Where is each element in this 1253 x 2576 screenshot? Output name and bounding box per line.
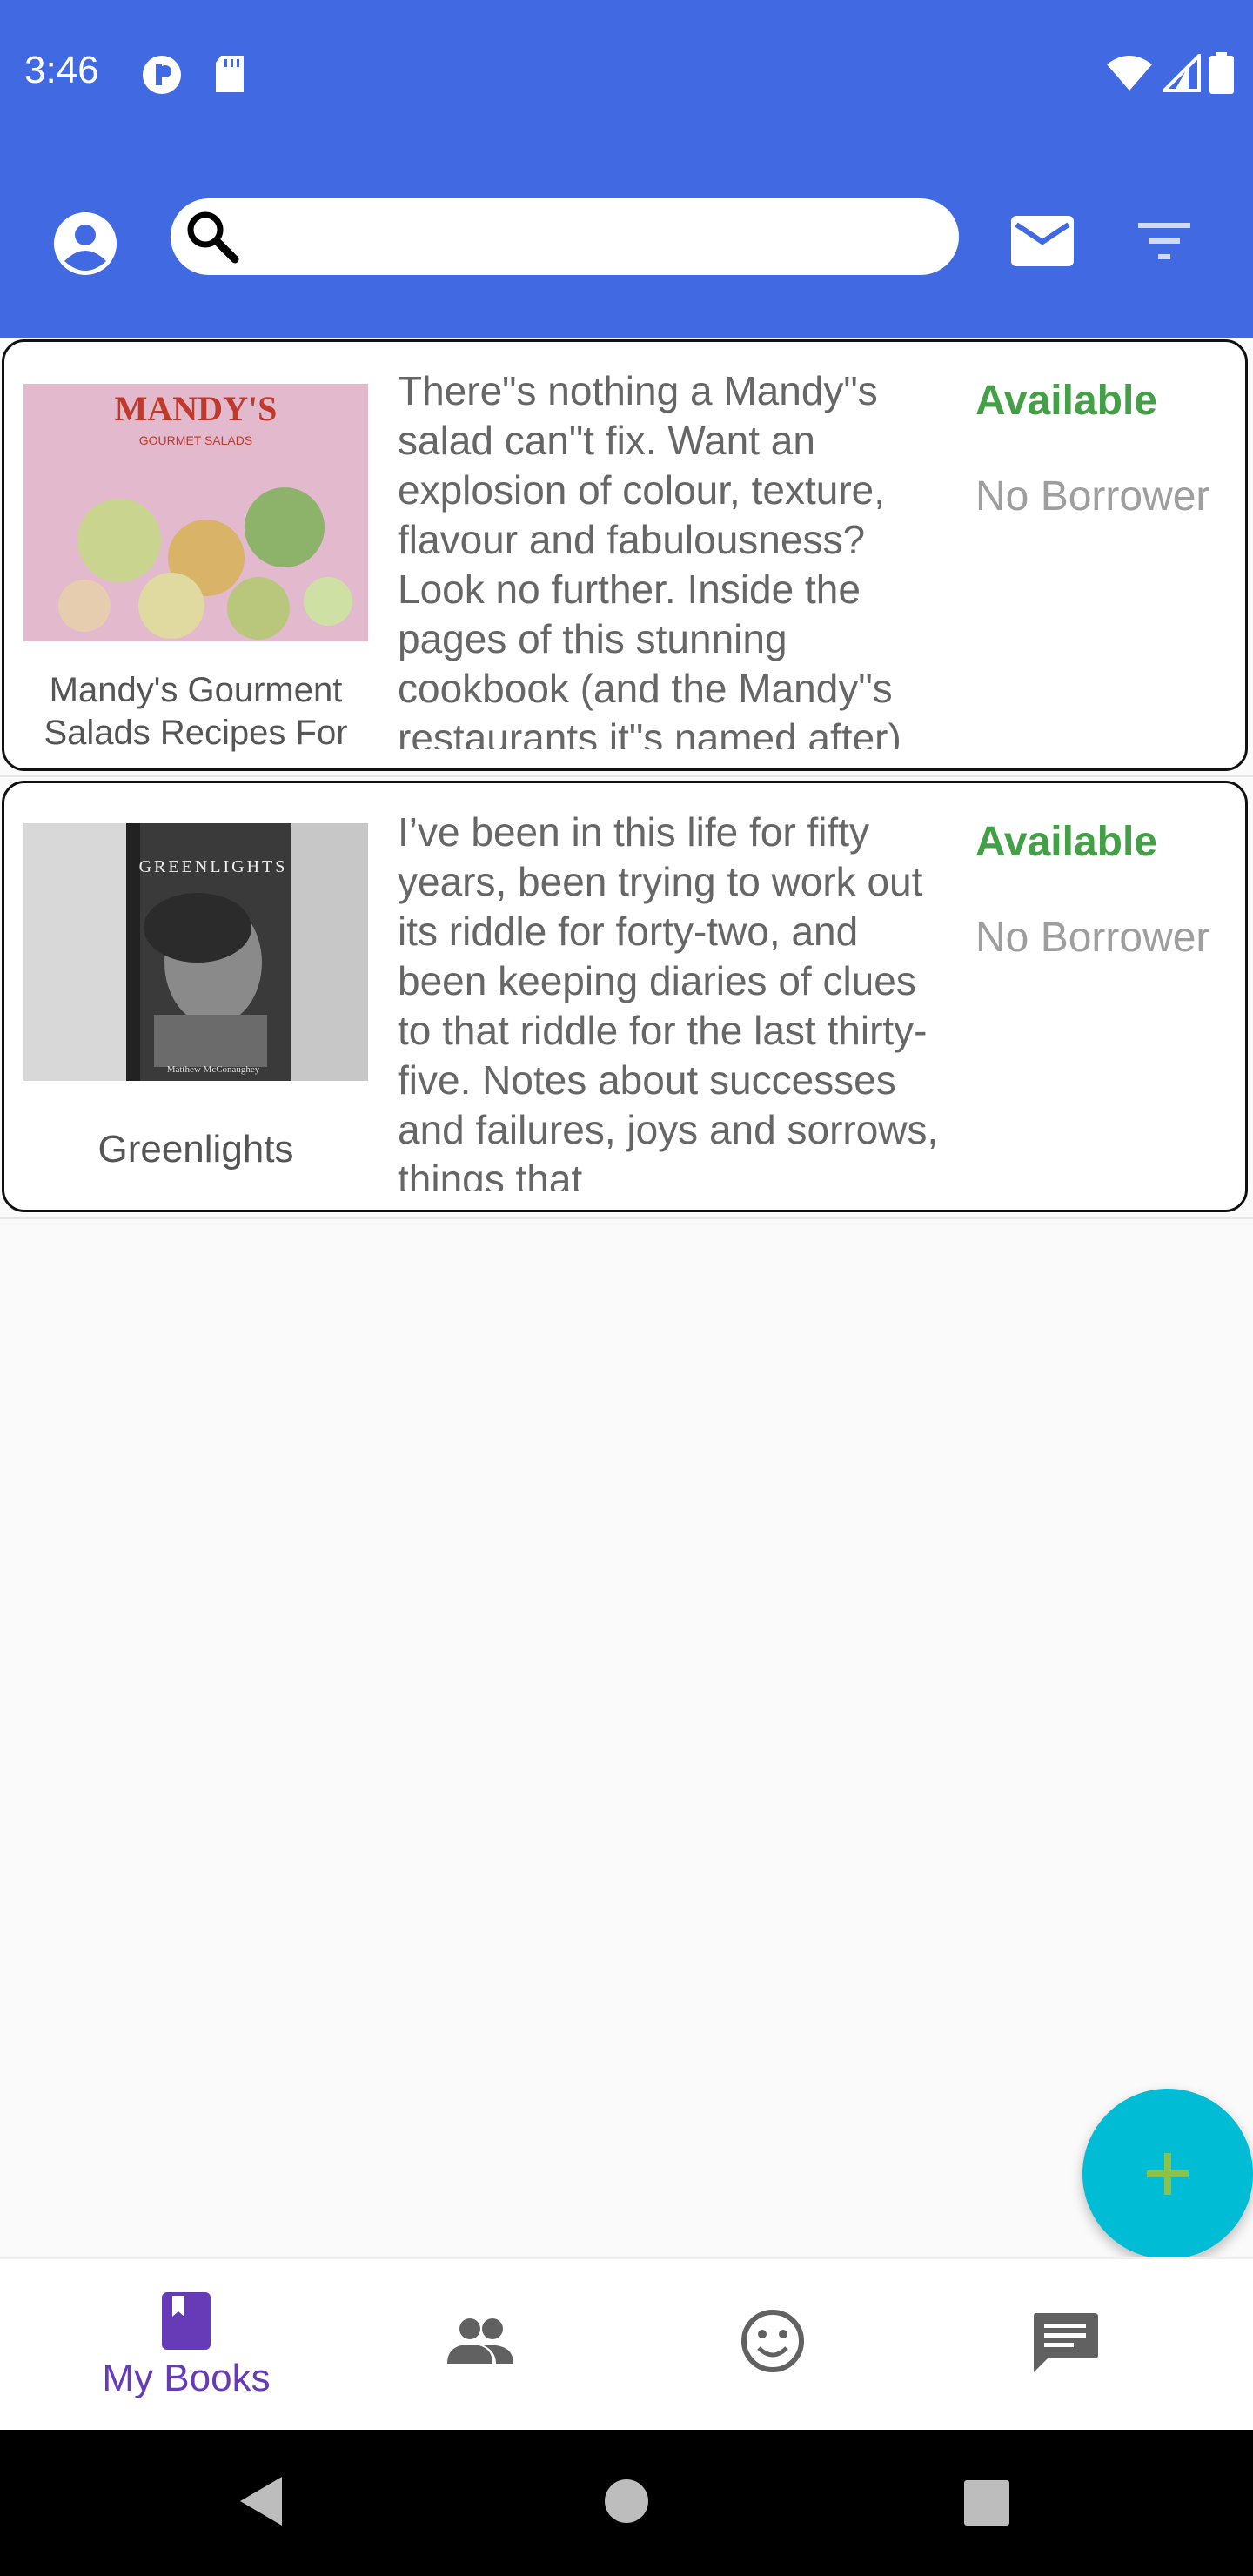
- sd-card-icon: [216, 56, 244, 92]
- availability-status: Available: [975, 378, 1157, 424]
- borrower-label: No Borrower: [975, 473, 1210, 520]
- cover-title-text: MANDY'S: [115, 389, 278, 428]
- mail-icon[interactable]: [1009, 214, 1075, 270]
- book-cover-image: MANDY'S GOURMET SALADS: [23, 384, 368, 641]
- recents-icon[interactable]: [964, 2480, 1009, 2526]
- book-icon: [162, 2292, 211, 2350]
- plus-icon: [1147, 2153, 1189, 2195]
- system-navigation-bar: [0, 2430, 1253, 2576]
- app-bar: 3:46: [0, 0, 1253, 338]
- bottom-navigation: My Books: [0, 2257, 1253, 2430]
- search-input[interactable]: [249, 211, 940, 265]
- cover-title-text: GREENLIGHTS: [139, 857, 288, 876]
- search-icon: [187, 211, 239, 264]
- cover-author-text: Matthew McConaughey: [167, 1064, 260, 1075]
- signal-icon: [1163, 54, 1201, 92]
- borrower-label: No Borrower: [975, 915, 1210, 961]
- battery-icon: [1209, 52, 1234, 94]
- people-icon: [447, 2318, 513, 2364]
- book-description: There"s nothing a Mandy"s salad can"t fi…: [398, 368, 901, 749]
- tab-label: My Books: [102, 2357, 271, 2399]
- back-icon[interactable]: [237, 2473, 285, 2529]
- book-cover-image: GREENLIGHTS Matthew McConaughey: [23, 823, 368, 1081]
- divider: [0, 1217, 1253, 1219]
- book-card[interactable]: MANDY'S GOURMET SALADS Mandy's Gourment …: [2, 339, 1248, 771]
- tab-profile[interactable]: [616, 2259, 929, 2430]
- chat-icon: [1034, 2313, 1098, 2372]
- search-bar[interactable]: [171, 198, 959, 275]
- availability-status: Available: [975, 819, 1157, 865]
- tab-friends[interactable]: [324, 2259, 637, 2430]
- book-title: Greenlights: [97, 1128, 294, 1171]
- home-icon[interactable]: [604, 2479, 649, 2524]
- divider: [0, 775, 1253, 777]
- book-title: Mandy's Gourment Salads Recipes For: [44, 671, 348, 752]
- add-book-button[interactable]: [1082, 2089, 1253, 2259]
- filter-icon[interactable]: [1131, 216, 1197, 268]
- tab-my-books[interactable]: My Books: [30, 2259, 343, 2430]
- status-time: 3:46: [24, 49, 99, 91]
- cover-subtitle-text: GOURMET SALADS: [139, 433, 252, 447]
- account-icon[interactable]: [50, 209, 120, 278]
- smiley-icon: [741, 2310, 804, 2372]
- notification-icon: [143, 56, 181, 94]
- book-description: I’ve been in this life for fifty years, …: [398, 809, 939, 1191]
- wifi-icon: [1107, 56, 1152, 91]
- tab-messages[interactable]: [908, 2259, 1222, 2430]
- book-card[interactable]: GREENLIGHTS Matthew McConaughey Greenlig…: [2, 781, 1248, 1212]
